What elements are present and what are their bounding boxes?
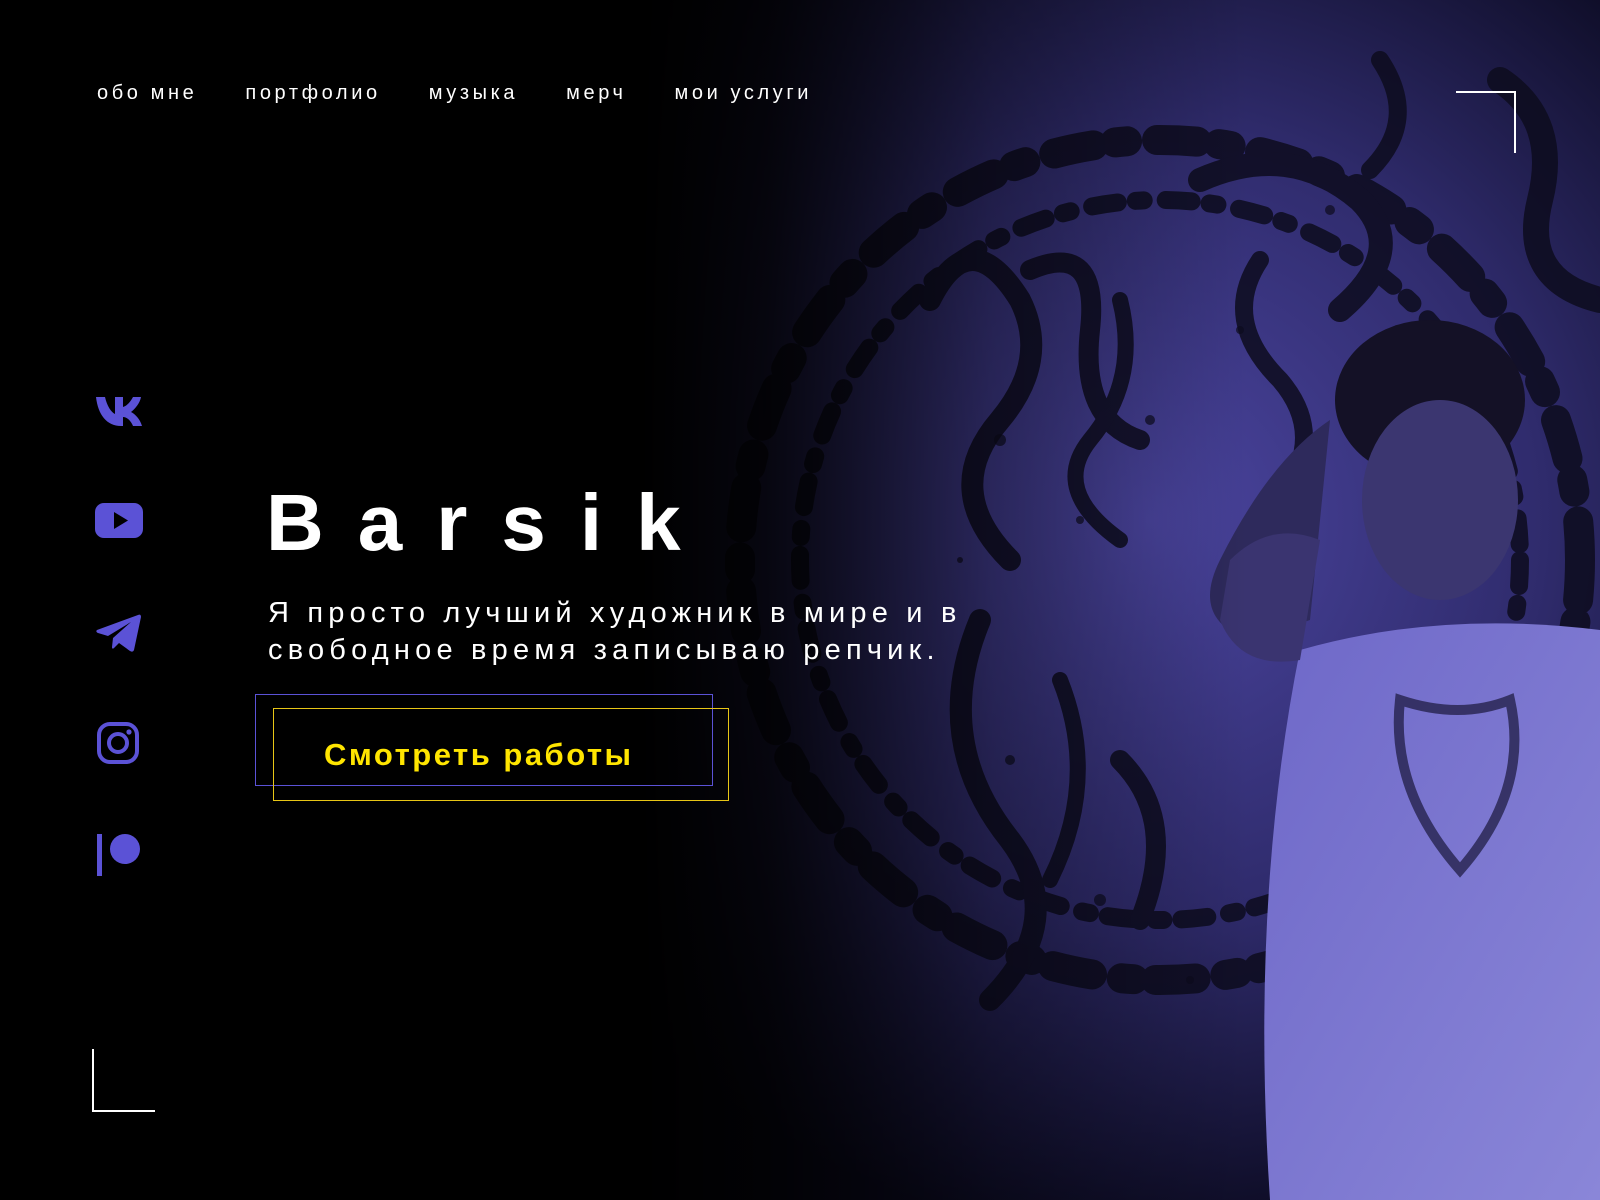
view-works-button-label: Смотреть работы — [324, 737, 634, 772]
telegram-link[interactable] — [94, 608, 146, 656]
corner-decoration-bottom-left — [92, 1049, 155, 1112]
patreon-icon — [97, 834, 140, 876]
patreon-link[interactable] — [94, 830, 146, 878]
nav-item-about[interactable]: обо мне — [97, 79, 197, 107]
instagram-icon — [97, 722, 139, 764]
view-works-button[interactable]: Смотреть работы — [273, 708, 729, 801]
youtube-link[interactable] — [94, 497, 146, 545]
top-nav: обо мне портфолио музыка мерч мои услуги — [97, 79, 860, 107]
vk-link[interactable] — [94, 386, 146, 434]
social-links — [94, 386, 146, 941]
instagram-link[interactable] — [94, 719, 146, 767]
vk-icon — [96, 397, 142, 426]
youtube-icon — [95, 503, 143, 538]
corner-decoration-top-right — [1456, 91, 1516, 153]
nav-item-portfolio[interactable]: портфолио — [245, 79, 380, 107]
telegram-icon — [96, 614, 141, 652]
nav-item-merch[interactable]: мерч — [566, 79, 626, 107]
nav-item-music[interactable]: музыка — [429, 79, 518, 107]
nav-item-services[interactable]: мои услуги — [675, 79, 813, 107]
hero-subtitle: Я просто лучший художник в мире и в своб… — [268, 597, 962, 666]
hero-title: Barsik — [266, 478, 715, 567]
